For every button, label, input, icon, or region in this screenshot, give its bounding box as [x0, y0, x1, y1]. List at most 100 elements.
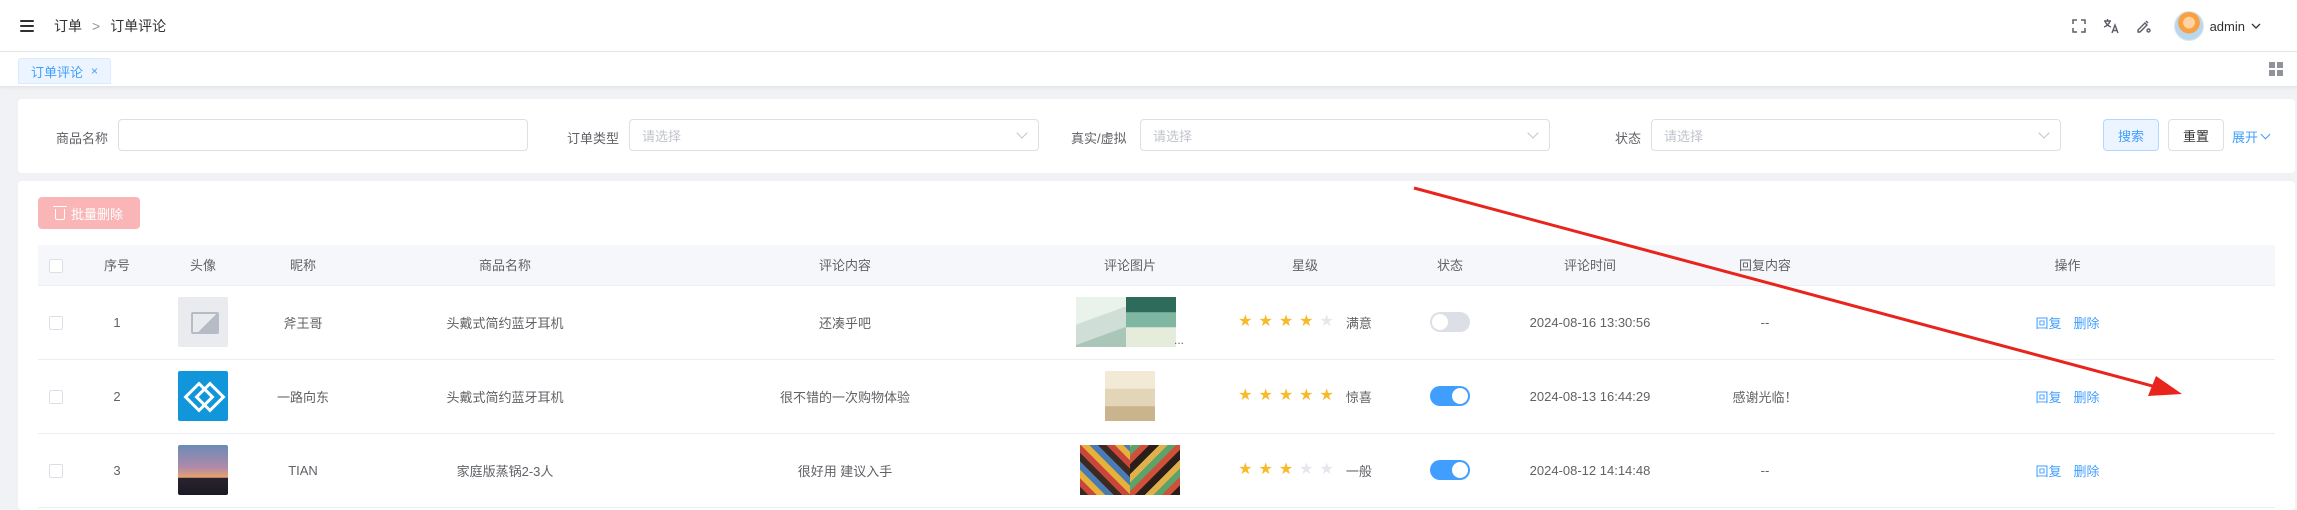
- theme-icon[interactable]: [2134, 17, 2152, 35]
- delete-button[interactable]: 删除: [2074, 316, 2100, 331]
- trash-icon: [52, 205, 67, 220]
- breadcrumb-item-order[interactable]: 订单: [54, 16, 82, 36]
- cell-content: 还凑乎吧: [650, 285, 1040, 360]
- top-header: 订单 > 订单评论 admin: [0, 0, 2297, 52]
- star-icon: ★: [1258, 387, 1273, 404]
- chevron-down-icon: [1527, 127, 1539, 139]
- expand-toggle[interactable]: 展开: [2232, 127, 2271, 146]
- select-all-checkbox[interactable]: [49, 258, 63, 273]
- table-card: 批量删除 序号 头像 昵称 商品名称 评论内容 评论图片 星级 状态 评论时间 …: [18, 181, 2295, 510]
- star-icon: ★: [1258, 461, 1273, 478]
- order-type-select[interactable]: 请选择: [629, 119, 1039, 151]
- fullscreen-icon[interactable]: [2070, 17, 2088, 35]
- col-actions: 操作: [1860, 245, 2275, 286]
- reply-button[interactable]: 回复: [2035, 464, 2061, 479]
- tags-bar: 订单评论 ×: [0, 52, 2297, 87]
- comment-image[interactable]: [1105, 371, 1155, 421]
- chevron-down-icon: [2038, 127, 2050, 139]
- star-icon: ★: [1319, 387, 1334, 404]
- status-toggle[interactable]: [1430, 386, 1470, 406]
- cell-product: 头戴式简约蓝牙耳机: [360, 359, 650, 434]
- delete-button[interactable]: 删除: [2074, 464, 2100, 479]
- star-icon: ★: [1299, 313, 1314, 330]
- cell-content: 很好用 建议入手: [650, 433, 1040, 508]
- row-checkbox[interactable]: [49, 389, 63, 404]
- star-icon: ★: [1238, 387, 1253, 404]
- col-nickname: 昵称: [246, 245, 360, 286]
- rating-text: 一般: [1345, 463, 1372, 479]
- grid-icon[interactable]: [2269, 62, 2283, 76]
- cell-nickname: 一路向东: [246, 359, 360, 434]
- tab-label: 订单评论: [31, 64, 84, 80]
- star-icon: ★: [1278, 387, 1294, 404]
- comment-image[interactable]: [1130, 445, 1180, 495]
- close-icon[interactable]: ×: [91, 64, 98, 78]
- avatar: [2173, 11, 2204, 41]
- cell-reply: 感谢光临！: [1670, 359, 1860, 434]
- star-icon: ★: [1238, 313, 1253, 330]
- menu-toggle-icon[interactable]: [20, 19, 34, 32]
- col-images: 评论图片: [1040, 245, 1220, 286]
- star-icon: ★: [1299, 387, 1314, 404]
- cell-product: 头戴式简约蓝牙耳机: [360, 285, 650, 360]
- cell-index: 3: [74, 433, 160, 508]
- col-avatar: 头像: [160, 245, 246, 286]
- more-images-indicator: ...: [1173, 333, 1184, 347]
- cell-reply: --: [1670, 285, 1860, 360]
- cell-reply: --: [1670, 433, 1860, 508]
- comment-image[interactable]: [1125, 297, 1176, 347]
- username: admin: [2209, 18, 2245, 34]
- table-row: 1 斧王哥 头戴式简约蓝牙耳机 还凑乎吧 ... ★ ★ ★ ★ ★ 满意 2024-0…: [38, 285, 2275, 360]
- cell-time: 2024-08-12 14:14:48: [1510, 433, 1670, 508]
- star-rating: ★ ★ ★ ★ ★ 惊喜: [1238, 387, 1372, 406]
- status-toggle[interactable]: [1430, 460, 1470, 480]
- user-menu[interactable]: admin: [2173, 11, 2261, 41]
- product-name-label: 商品名称: [56, 131, 109, 146]
- cell-product: 家庭版蒸锅2-3人: [360, 433, 650, 508]
- col-reply: 回复内容: [1670, 245, 1860, 286]
- comment-table: 序号 头像 昵称 商品名称 评论内容 评论图片 星级 状态 评论时间 回复内容 …: [38, 245, 2275, 508]
- row-checkbox[interactable]: [49, 315, 63, 330]
- reset-button[interactable]: 重置: [2168, 119, 2224, 151]
- breadcrumb-item-order-comment: 订单评论: [110, 17, 167, 34]
- col-time: 评论时间: [1510, 245, 1670, 286]
- batch-delete-button[interactable]: 批量删除: [38, 197, 140, 229]
- star-icon: ★: [1238, 461, 1253, 478]
- cell-nickname: 斧王哥: [246, 285, 360, 360]
- star-icon: ★: [1278, 313, 1294, 330]
- reply-button[interactable]: 回复: [2035, 390, 2061, 405]
- avatar[interactable]: [178, 445, 228, 495]
- col-status: 状态: [1390, 245, 1510, 286]
- breadcrumb-separator: >: [92, 17, 101, 34]
- avatar[interactable]: [178, 371, 228, 421]
- tab-order-comment[interactable]: 订单评论 ×: [18, 58, 112, 84]
- chevron-down-icon: [2251, 23, 2261, 29]
- star-icon: ★: [1299, 461, 1314, 478]
- chevron-down-icon: [2260, 129, 2271, 140]
- star-icon: ★: [1258, 313, 1273, 330]
- comment-image[interactable]: [1080, 445, 1130, 495]
- star-icon: ★: [1319, 313, 1334, 330]
- star-rating: ★ ★ ★ ★ ★ 满意: [1238, 313, 1372, 332]
- star-rating: ★ ★ ★ ★ ★ 一般: [1238, 461, 1372, 480]
- cell-nickname: TIAN: [246, 433, 360, 508]
- avatar[interactable]: [178, 297, 228, 347]
- row-checkbox[interactable]: [49, 463, 63, 478]
- search-button[interactable]: 搜索: [2103, 119, 2159, 151]
- status-toggle[interactable]: [1430, 312, 1470, 332]
- col-rating: 星级: [1220, 245, 1390, 286]
- real-virtual-label: 真实/虚拟: [1071, 131, 1127, 146]
- table-row: 3 TIAN 家庭版蒸锅2-3人 很好用 建议入手 ★ ★ ★ ★ ★ 一般 2024-…: [38, 433, 2275, 508]
- col-product: 商品名称: [360, 245, 650, 286]
- rating-text: 满意: [1345, 315, 1372, 331]
- cell-index: 2: [74, 359, 160, 434]
- product-name-input[interactable]: [118, 119, 528, 151]
- real-virtual-select[interactable]: 请选择: [1140, 119, 1550, 151]
- status-select[interactable]: 请选择: [1651, 119, 2061, 151]
- reply-button[interactable]: 回复: [2035, 316, 2061, 331]
- col-content: 评论内容: [650, 245, 1040, 286]
- delete-button[interactable]: 删除: [2074, 390, 2100, 405]
- comment-image[interactable]: [1075, 297, 1126, 347]
- translate-icon[interactable]: [2102, 17, 2120, 35]
- star-icon: ★: [1278, 461, 1294, 478]
